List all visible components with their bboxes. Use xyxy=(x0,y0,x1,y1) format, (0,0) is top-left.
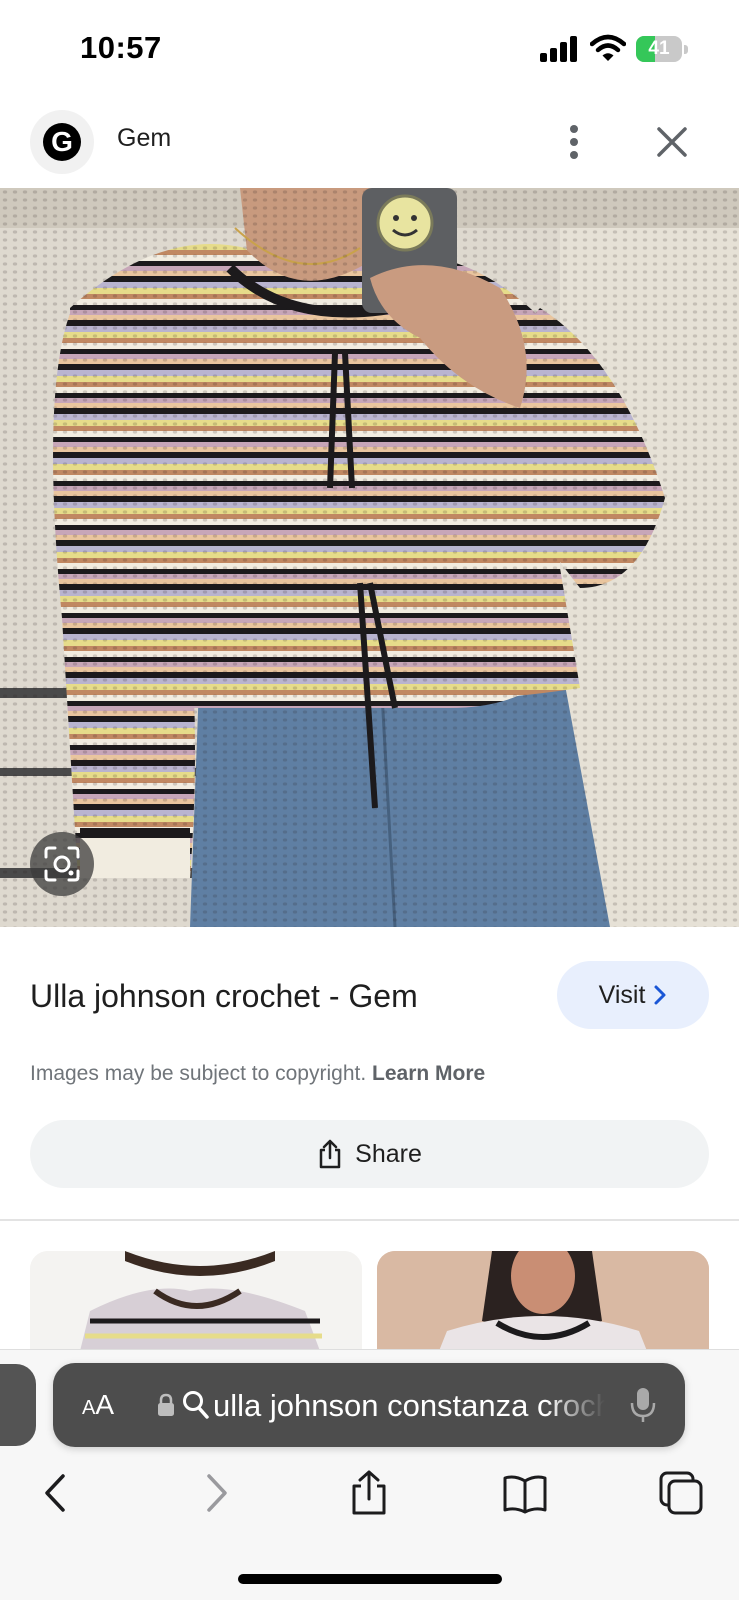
home-indicator[interactable] xyxy=(238,1574,502,1584)
text-size-button[interactable]: AA xyxy=(82,1389,114,1421)
close-icon[interactable] xyxy=(650,120,694,164)
bookmarks-icon[interactable] xyxy=(502,1470,548,1516)
visit-button[interactable]: Visit xyxy=(557,961,709,1029)
site-name[interactable]: Gem xyxy=(117,124,171,153)
microphone-icon[interactable] xyxy=(630,1386,656,1424)
chevron-right-icon xyxy=(654,985,666,1005)
result-header: G Gem xyxy=(0,100,739,188)
address-text[interactable]: ulla johnson constanza crochet xyxy=(213,1388,605,1424)
text-size-large-a: A xyxy=(95,1389,115,1420)
share-icon xyxy=(319,1139,341,1169)
battery-percent: 41 xyxy=(648,38,670,59)
result-title[interactable]: Ulla johnson crochet - Gem xyxy=(30,978,418,1015)
learn-more-link[interactable]: Learn More xyxy=(372,1062,485,1085)
share-label: Share xyxy=(355,1139,422,1168)
battery-charging-icon: 41 xyxy=(636,36,688,62)
previous-tab-preview[interactable] xyxy=(0,1364,36,1446)
lock-icon xyxy=(158,1393,174,1416)
product-image[interactable] xyxy=(0,188,739,927)
related-image[interactable] xyxy=(30,1251,362,1351)
status-time: 10:57 xyxy=(80,30,162,65)
forward-icon[interactable] xyxy=(193,1470,239,1516)
site-logo-letter: G xyxy=(43,123,81,161)
site-logo[interactable]: G xyxy=(30,110,94,174)
search-icon xyxy=(183,1391,209,1419)
share-button[interactable]: Share xyxy=(30,1120,709,1188)
text-size-small-a: A xyxy=(82,1397,96,1419)
visit-label: Visit xyxy=(598,980,646,1009)
related-image[interactable] xyxy=(377,1251,709,1351)
cellular-signal-icon xyxy=(540,36,578,62)
status-bar: 10:57 41 xyxy=(0,0,739,100)
lens-glyph xyxy=(44,846,80,882)
image-search-icon[interactable] xyxy=(30,832,94,896)
vertical-ellipsis-icon[interactable] xyxy=(554,120,594,164)
copyright-notice: Images may be subject to copyright. Lear… xyxy=(30,1062,485,1086)
back-icon[interactable] xyxy=(33,1470,79,1516)
tabs-icon[interactable] xyxy=(658,1470,704,1516)
wifi-icon xyxy=(590,34,626,61)
share-icon[interactable] xyxy=(346,1470,392,1516)
copyright-text: Images may be subject to copyright. xyxy=(30,1062,367,1085)
section-divider xyxy=(0,1219,739,1221)
